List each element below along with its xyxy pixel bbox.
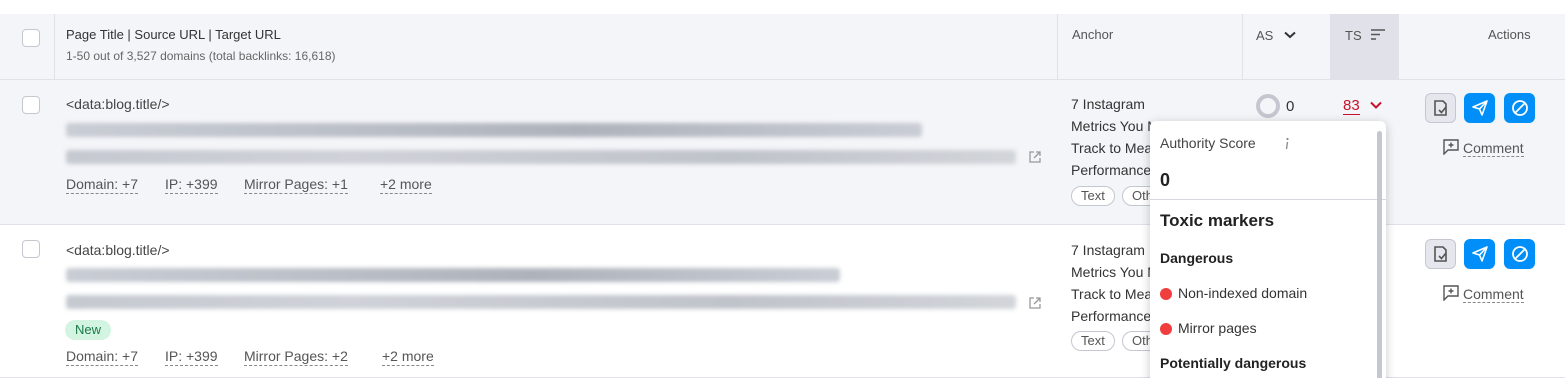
send-outreach-button[interactable] [1464, 93, 1495, 123]
marker-non-indexed-domain: Non-indexed domain [1178, 285, 1308, 301]
comment-button[interactable]: Comment [1443, 139, 1524, 157]
more-link[interactable]: +2 more [380, 176, 432, 194]
add-comment-icon [1443, 139, 1459, 156]
ip-link[interactable]: IP: +399 [165, 348, 218, 366]
paper-plane-icon [1471, 246, 1488, 262]
danger-dot-icon [1160, 323, 1172, 335]
authority-score-label: Authority Score [1160, 135, 1256, 151]
more-link[interactable]: +2 more [382, 348, 434, 366]
page-title: <data:blog.title/> [66, 242, 170, 258]
new-badge: New [65, 320, 112, 340]
disavow-button[interactable] [1504, 239, 1535, 269]
marker-mirror-pages: Mirror pages [1178, 320, 1257, 336]
block-icon [1511, 100, 1528, 116]
anchor-tag-text: Text [1071, 331, 1115, 351]
col-divider [1242, 14, 1243, 80]
source-url[interactable] [66, 123, 922, 137]
popover-divider [1150, 199, 1386, 200]
block-icon [1511, 246, 1528, 262]
chevron-down-icon[interactable] [1370, 101, 1382, 110]
toxicity-popover: Authority Score 0 Toxic markers Dangerou… [1150, 121, 1386, 378]
review-button[interactable] [1425, 239, 1456, 269]
page-title-column-header: Page Title | Source URL | Target URL [66, 27, 281, 42]
mirror-pages-link[interactable]: Mirror Pages: +2 [244, 348, 348, 366]
domain-link[interactable]: Domain: +7 [66, 348, 138, 366]
select-all-checkbox[interactable] [22, 29, 40, 47]
results-summary: 1-50 out of 3,527 domains (total backlin… [66, 49, 336, 63]
toxicity-score-value[interactable]: 83 [1343, 97, 1360, 115]
authority-score-big-value: 0 [1160, 170, 1171, 190]
external-link-icon[interactable] [1028, 150, 1042, 164]
ts-column-header-bg[interactable] [1330, 14, 1398, 80]
page-title: <data:blog.title/> [66, 96, 170, 112]
send-outreach-button[interactable] [1464, 239, 1495, 269]
danger-dot-icon [1160, 288, 1172, 300]
target-url[interactable] [66, 150, 1016, 164]
mirror-pages-link[interactable]: Mirror Pages: +1 [244, 176, 348, 194]
source-url[interactable] [66, 268, 840, 282]
col-divider [1057, 14, 1058, 80]
dangerous-heading: Dangerous [1160, 250, 1234, 266]
review-button[interactable] [1425, 93, 1456, 123]
target-url[interactable] [66, 295, 1016, 309]
comment-button[interactable]: Comment [1443, 285, 1524, 303]
authority-score-value[interactable]: 0 [1286, 98, 1294, 115]
disavow-button[interactable] [1504, 93, 1535, 123]
external-link-icon[interactable] [1028, 296, 1042, 310]
chevron-down-icon [1284, 31, 1296, 39]
info-icon[interactable] [1283, 137, 1291, 151]
paper-plane-icon [1471, 100, 1488, 116]
authority-score-ring-icon [1256, 94, 1280, 118]
domain-link[interactable]: Domain: +7 [66, 176, 138, 194]
col-divider [1398, 14, 1399, 80]
anchor-tag-text: Text [1071, 186, 1115, 206]
row-checkbox[interactable] [22, 240, 40, 258]
actions-column-header: Actions [1488, 27, 1531, 42]
popover-scrollbar[interactable] [1377, 131, 1382, 378]
document-check-icon [1433, 100, 1447, 116]
row-checkbox[interactable] [22, 96, 40, 114]
sort-descending-icon [1371, 29, 1386, 40]
document-check-icon [1433, 246, 1447, 262]
add-comment-icon [1443, 285, 1459, 302]
anchor-column-header: Anchor [1072, 27, 1114, 42]
toxic-markers-heading: Toxic markers [1160, 211, 1275, 230]
potentially-dangerous-heading: Potentially dangerous [1160, 355, 1307, 371]
ip-link[interactable]: IP: +399 [165, 176, 218, 194]
as-column-header[interactable]: AS [1256, 27, 1296, 45]
ts-column-header[interactable]: TS [1345, 27, 1386, 45]
col-divider [54, 14, 55, 80]
